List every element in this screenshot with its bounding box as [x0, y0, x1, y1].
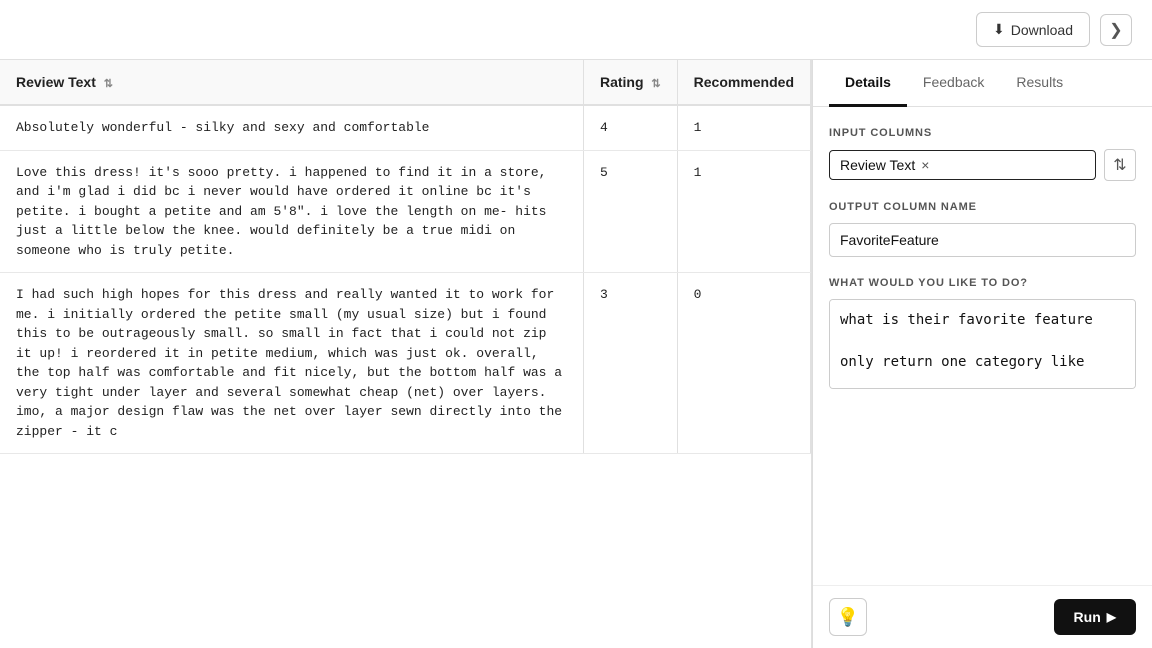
- table-row: Love this dress! it's sooo pretty. i hap…: [0, 150, 811, 273]
- reviews-table: Review Text ⇅ Rating ⇅ Recommended Absol…: [0, 60, 811, 454]
- right-panel: Details Feedback Results INPUT COLUMNS R…: [812, 60, 1152, 648]
- run-label: Run: [1074, 609, 1101, 625]
- table-header-row: Review Text ⇅ Rating ⇅ Recommended: [0, 60, 811, 105]
- output-column-section: OUTPUT COLUMN NAME: [829, 201, 1136, 257]
- col-header-rating[interactable]: Rating ⇅: [583, 60, 677, 105]
- review-text-cell-0: Absolutely wonderful - silky and sexy an…: [0, 105, 583, 150]
- tab-details[interactable]: Details: [829, 60, 907, 107]
- run-button[interactable]: Run ▶: [1054, 599, 1136, 635]
- input-columns-tag-box: Review Text ×: [829, 150, 1096, 180]
- input-columns-row: Review Text × ⇅: [829, 149, 1136, 181]
- panel-body: INPUT COLUMNS Review Text × ⇅ OUTPUT COL…: [813, 107, 1152, 585]
- table-row: I had such high hopes for this dress and…: [0, 273, 811, 454]
- col-header-recommended[interactable]: Recommended: [677, 60, 810, 105]
- recommended-cell-2: 0: [677, 273, 810, 454]
- sort-icon-rating: ⇅: [651, 77, 660, 90]
- lightbulb-button[interactable]: 💡: [829, 598, 867, 636]
- download-label: Download: [1011, 22, 1073, 38]
- play-icon: ▶: [1107, 610, 1116, 624]
- remove-tag-button[interactable]: ×: [921, 157, 929, 173]
- rating-cell-1: 5: [583, 150, 677, 273]
- input-columns-label: INPUT COLUMNS: [829, 127, 1136, 139]
- recommended-cell-0: 1: [677, 105, 810, 150]
- lightbulb-icon: 💡: [837, 607, 859, 628]
- download-button[interactable]: ⬇ Download: [976, 12, 1090, 47]
- tab-feedback[interactable]: Feedback: [907, 60, 1000, 107]
- expand-button[interactable]: ❯: [1100, 14, 1132, 46]
- chevron-right-icon: ❯: [1109, 20, 1122, 40]
- top-bar: ⬇ Download ❯: [0, 0, 1152, 60]
- what-textarea[interactable]: [829, 299, 1136, 389]
- review-text-cell-1: Love this dress! it's sooo pretty. i hap…: [0, 150, 583, 273]
- rating-cell-2: 3: [583, 273, 677, 454]
- input-column-tag: Review Text: [840, 157, 915, 173]
- panel-tabs: Details Feedback Results: [813, 60, 1152, 107]
- what-label: WHAT WOULD YOU LIKE TO DO?: [829, 277, 1136, 289]
- col-header-review-text[interactable]: Review Text ⇅: [0, 60, 583, 105]
- output-column-label: OUTPUT COLUMN NAME: [829, 201, 1136, 213]
- sort-icon-review-text: ⇅: [104, 77, 113, 90]
- what-section: WHAT WOULD YOU LIKE TO DO?: [829, 277, 1136, 394]
- main-content: Review Text ⇅ Rating ⇅ Recommended Absol…: [0, 60, 1152, 648]
- recommended-cell-1: 1: [677, 150, 810, 273]
- tab-results[interactable]: Results: [1000, 60, 1079, 107]
- sort-arrows-icon: ⇅: [1113, 155, 1126, 175]
- download-icon: ⬇: [993, 21, 1005, 38]
- bottom-actions: 💡 Run ▶: [813, 585, 1152, 648]
- sort-columns-button[interactable]: ⇅: [1104, 149, 1136, 181]
- review-text-cell-2: I had such high hopes for this dress and…: [0, 273, 583, 454]
- table-row: Absolutely wonderful - silky and sexy an…: [0, 105, 811, 150]
- table-section: Review Text ⇅ Rating ⇅ Recommended Absol…: [0, 60, 812, 648]
- output-column-input[interactable]: [829, 223, 1136, 257]
- rating-cell-0: 4: [583, 105, 677, 150]
